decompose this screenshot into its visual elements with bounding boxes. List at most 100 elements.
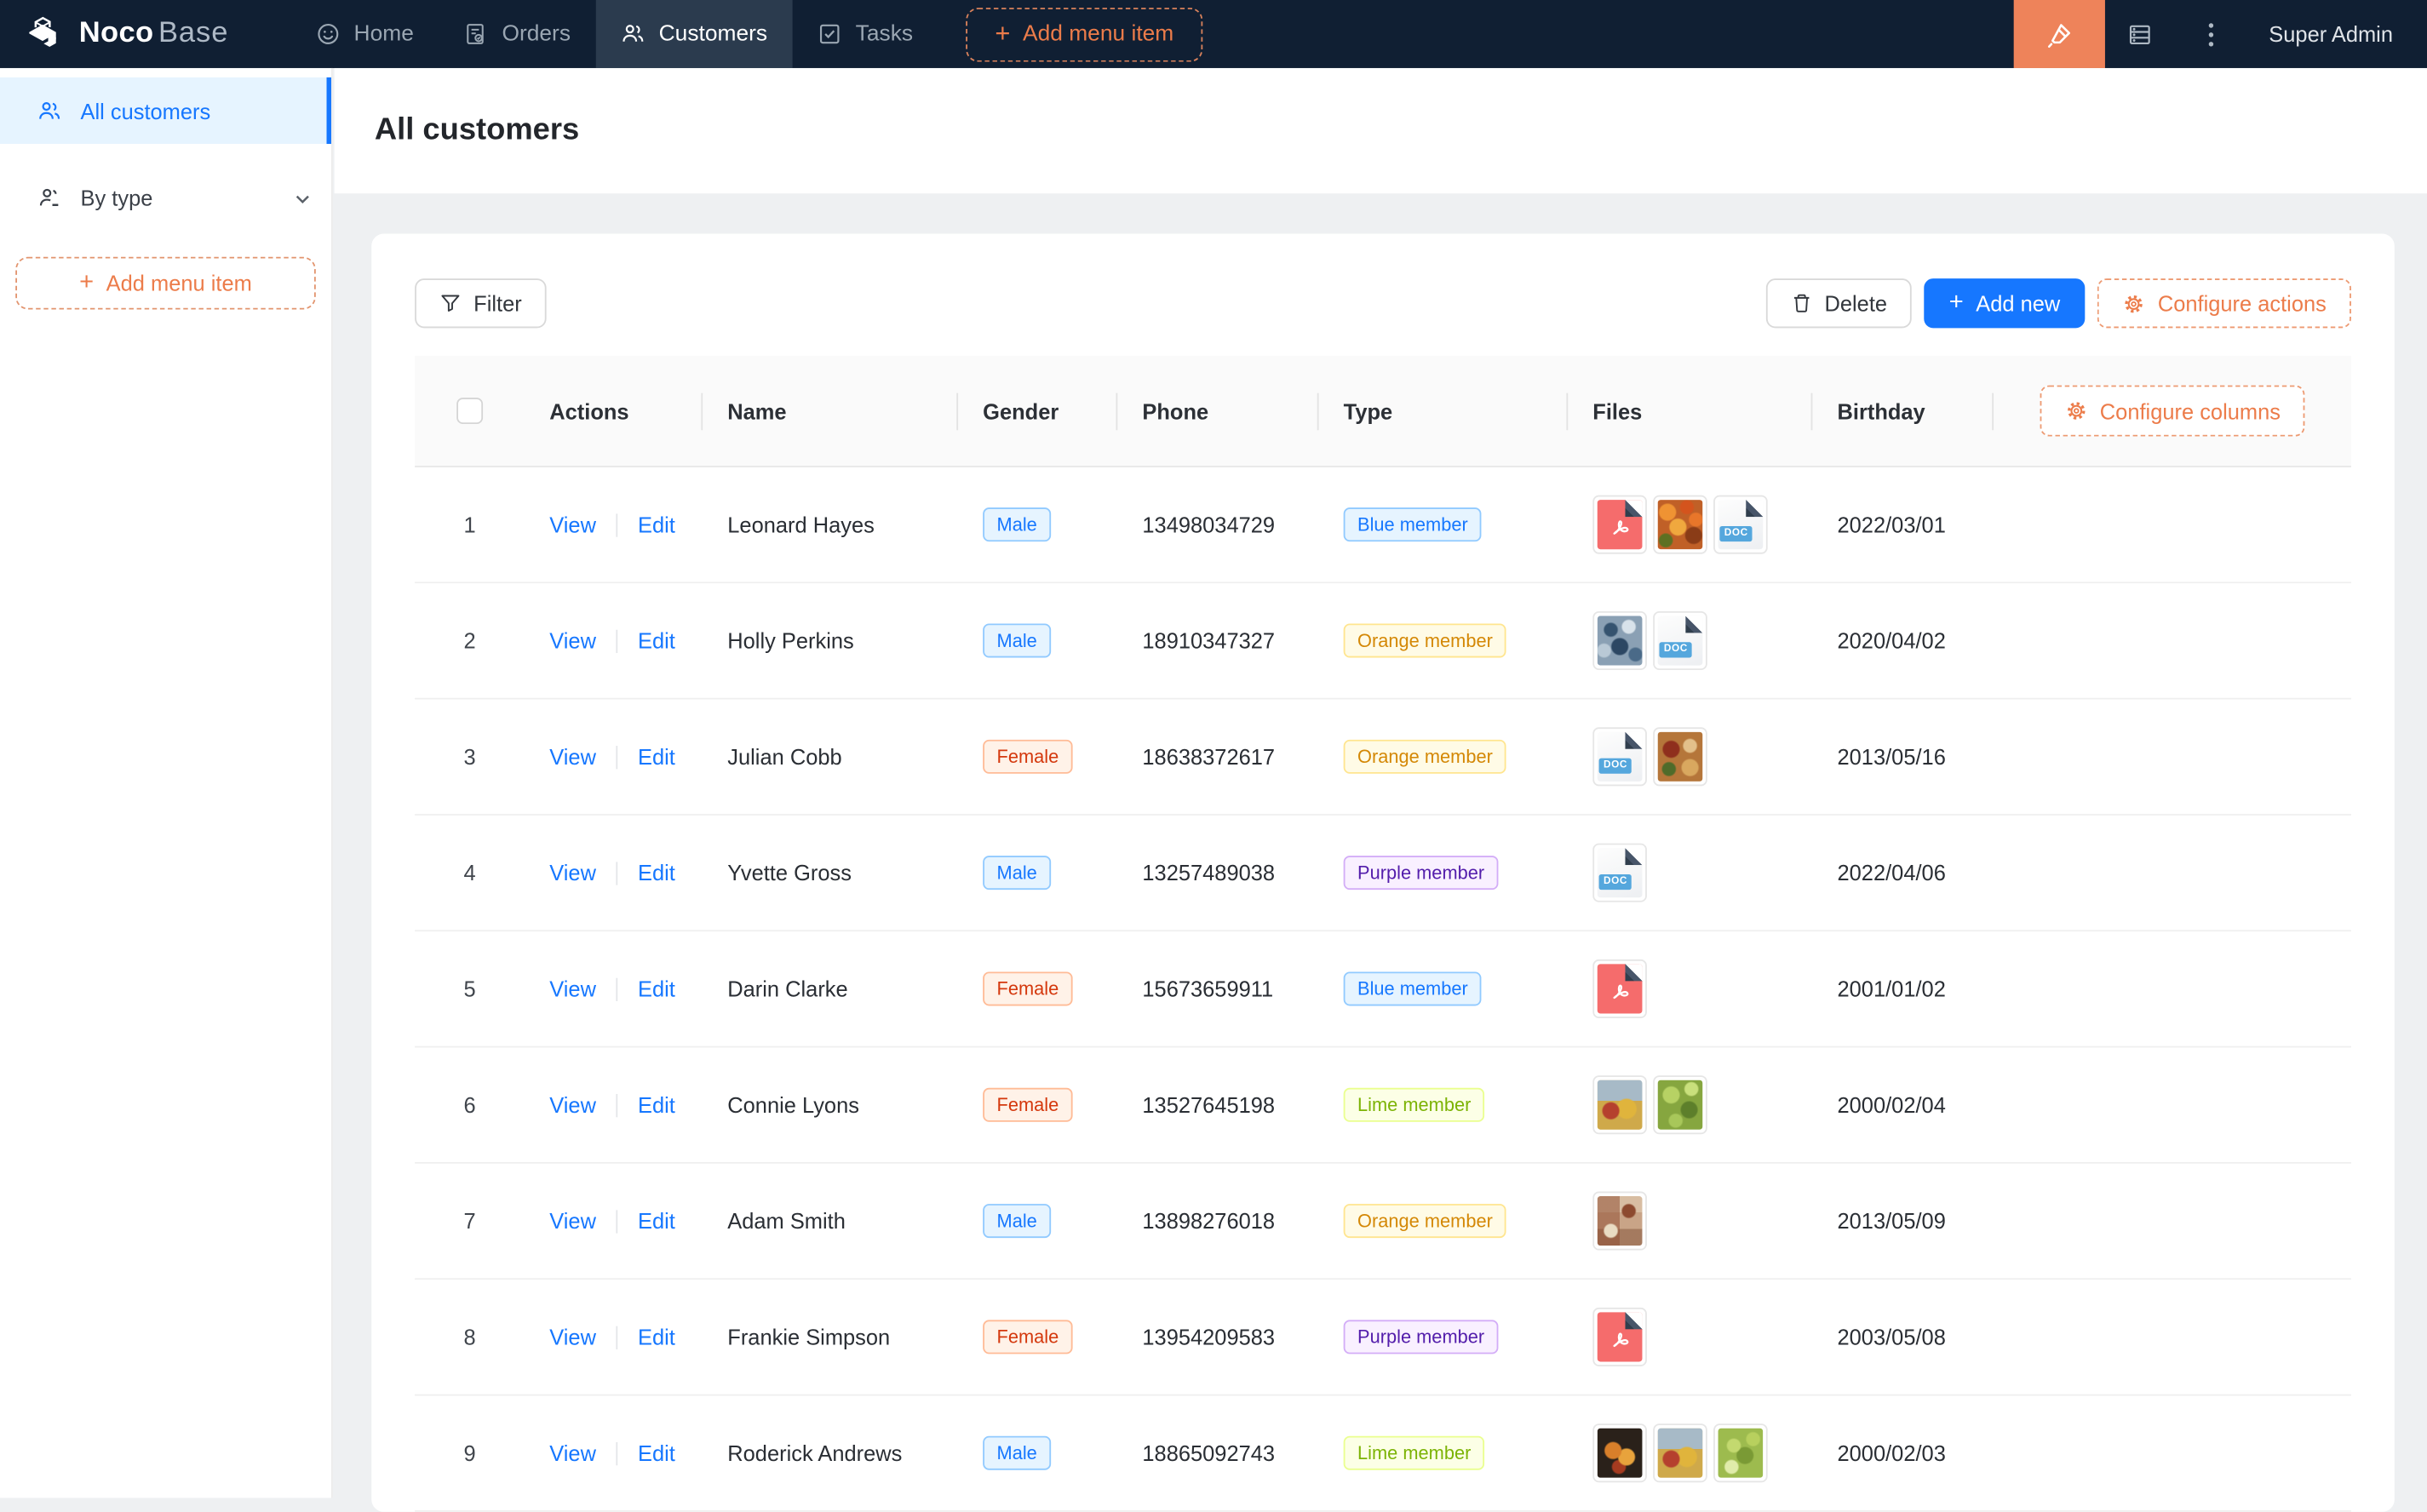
type-tag: Orange member — [1344, 740, 1507, 774]
sidebar: All customers By type + Add menu item — [0, 68, 333, 1498]
gender-tag: Female — [983, 971, 1072, 1005]
row-configure-cell — [1994, 1048, 2351, 1163]
edit-link[interactable]: Edit — [638, 744, 675, 769]
phone-cell: 18638372617 — [1117, 700, 1318, 815]
doc-file-icon[interactable]: DOC — [1592, 844, 1647, 902]
type-tag: Orange member — [1344, 1204, 1507, 1238]
view-link[interactable]: View — [549, 1209, 596, 1234]
table-row: 6 View Edit Connie Lyons Female 13527645… — [415, 1048, 2351, 1164]
pdf-file-icon[interactable] — [1592, 959, 1647, 1018]
link-divider — [617, 1326, 618, 1349]
name-cell: Darin Clarke — [703, 931, 958, 1046]
image-file-thumbnail[interactable] — [1713, 1423, 1768, 1482]
gender-tag: Female — [983, 1320, 1072, 1354]
row-index-cell: 9 — [415, 1395, 525, 1510]
edit-link[interactable]: Edit — [638, 1440, 675, 1465]
edit-link[interactable]: Edit — [638, 1092, 675, 1117]
gender-tag: Female — [983, 1088, 1072, 1122]
row-actions-cell: View Edit — [525, 1164, 703, 1279]
doc-file-icon[interactable]: DOC — [1713, 495, 1768, 554]
type-tag: Blue member — [1344, 971, 1482, 1005]
view-link[interactable]: View — [549, 1325, 596, 1349]
edit-link[interactable]: Edit — [638, 1325, 675, 1349]
main-content: All customers Filter — [335, 68, 2427, 1498]
top-menu: Home Orders — [290, 0, 1203, 68]
edit-link[interactable]: Edit — [638, 628, 675, 653]
view-link[interactable]: View — [549, 976, 596, 1001]
menu-item-tasks[interactable]: Tasks — [792, 0, 938, 68]
filter-button[interactable]: Filter — [415, 278, 547, 328]
menu-item-customers[interactable]: Customers — [595, 0, 792, 68]
configure-actions-button[interactable]: Configure actions — [2097, 278, 2351, 328]
phone-cell: 13527645198 — [1117, 1048, 1318, 1163]
select-all-checkbox[interactable] — [456, 398, 483, 424]
task-check-icon — [817, 21, 841, 46]
row-index-cell: 7 — [415, 1164, 525, 1279]
link-divider — [617, 861, 618, 884]
doc-file-icon[interactable]: DOC — [1592, 727, 1647, 786]
edit-link[interactable]: Edit — [638, 1209, 675, 1234]
logo-text-bold: Noco — [79, 17, 154, 51]
view-link[interactable]: View — [549, 513, 596, 537]
edit-link[interactable]: Edit — [638, 976, 675, 1001]
add-menu-item-button-sidebar[interactable]: + Add menu item — [15, 257, 316, 310]
view-link[interactable]: View — [549, 744, 596, 769]
gender-cell: Male — [958, 467, 1117, 582]
row-index-cell: 8 — [415, 1280, 525, 1395]
row-index-cell: 1 — [415, 467, 525, 582]
column-header-type: Type — [1319, 356, 1569, 466]
row-configure-cell — [1994, 931, 2351, 1046]
view-link[interactable]: View — [549, 1440, 596, 1465]
sidebar-item-all-customers[interactable]: All customers — [0, 77, 331, 144]
filter-funnel-icon — [439, 293, 461, 314]
logo-text-light: Base — [158, 17, 228, 51]
more-options-button[interactable] — [2176, 0, 2247, 68]
image-file-thumbnail[interactable] — [1592, 1192, 1647, 1251]
image-file-thumbnail[interactable] — [1653, 1075, 1707, 1134]
current-user-menu[interactable]: Super Admin — [2269, 21, 2393, 46]
view-link[interactable]: View — [549, 628, 596, 653]
plus-icon: + — [995, 19, 1010, 49]
image-file-thumbnail[interactable] — [1653, 495, 1707, 554]
type-cell: Blue member — [1319, 467, 1569, 582]
ui-editor-button[interactable] — [2013, 0, 2104, 68]
view-link[interactable]: View — [549, 1092, 596, 1117]
image-file-thumbnail[interactable] — [1592, 1423, 1647, 1482]
chevron-down-icon[interactable] — [293, 188, 313, 209]
view-link[interactable]: View — [549, 861, 596, 885]
image-file-thumbnail[interactable] — [1653, 727, 1707, 786]
smiley-icon — [315, 21, 340, 46]
menu-item-home[interactable]: Home — [290, 0, 439, 68]
table-row: 5 View Edit Darin Clarke Female 15673659… — [415, 931, 2351, 1047]
collections-manager-button[interactable] — [2105, 0, 2177, 68]
phone-cell: 18865092743 — [1117, 1395, 1318, 1510]
pdf-file-icon[interactable] — [1592, 495, 1647, 554]
menu-item-label: Customers — [659, 21, 767, 46]
image-file-thumbnail[interactable] — [1592, 611, 1647, 670]
name-cell: Leonard Hayes — [703, 467, 958, 582]
add-new-button[interactable]: + Add new — [1925, 278, 2086, 328]
edit-link[interactable]: Edit — [638, 861, 675, 885]
gender-cell: Female — [958, 931, 1117, 1046]
add-menu-item-button-top[interactable]: + Add menu item — [966, 7, 1203, 61]
doc-file-icon[interactable]: DOC — [1653, 611, 1707, 670]
gender-tag: Female — [983, 740, 1072, 774]
gender-tag: Male — [983, 1436, 1051, 1470]
files-cell: DOC — [1568, 700, 1812, 815]
nocobase-logo[interactable]: Noco Base — [0, 0, 250, 68]
content-area: Filter Delete — [335, 193, 2427, 1512]
row-actions-cell: View Edit — [525, 1048, 703, 1163]
delete-button[interactable]: Delete — [1765, 278, 1912, 328]
image-file-thumbnail[interactable] — [1653, 1423, 1707, 1482]
phone-cell: 13257489038 — [1117, 816, 1318, 931]
sidebar-item-by-type[interactable]: By type — [0, 167, 331, 229]
pdf-file-icon[interactable] — [1592, 1308, 1647, 1366]
type-tag: Lime member — [1344, 1436, 1485, 1470]
table-row: 7 View Edit Adam Smith Male 13898276018 … — [415, 1164, 2351, 1280]
configure-columns-button[interactable]: Configure columns — [2040, 386, 2305, 437]
image-file-thumbnail[interactable] — [1592, 1075, 1647, 1134]
edit-link[interactable]: Edit — [638, 513, 675, 537]
menu-item-orders[interactable]: Orders — [439, 0, 595, 68]
birthday-cell: 2022/04/06 — [1812, 816, 1994, 931]
type-cell: Orange member — [1319, 1164, 1569, 1279]
